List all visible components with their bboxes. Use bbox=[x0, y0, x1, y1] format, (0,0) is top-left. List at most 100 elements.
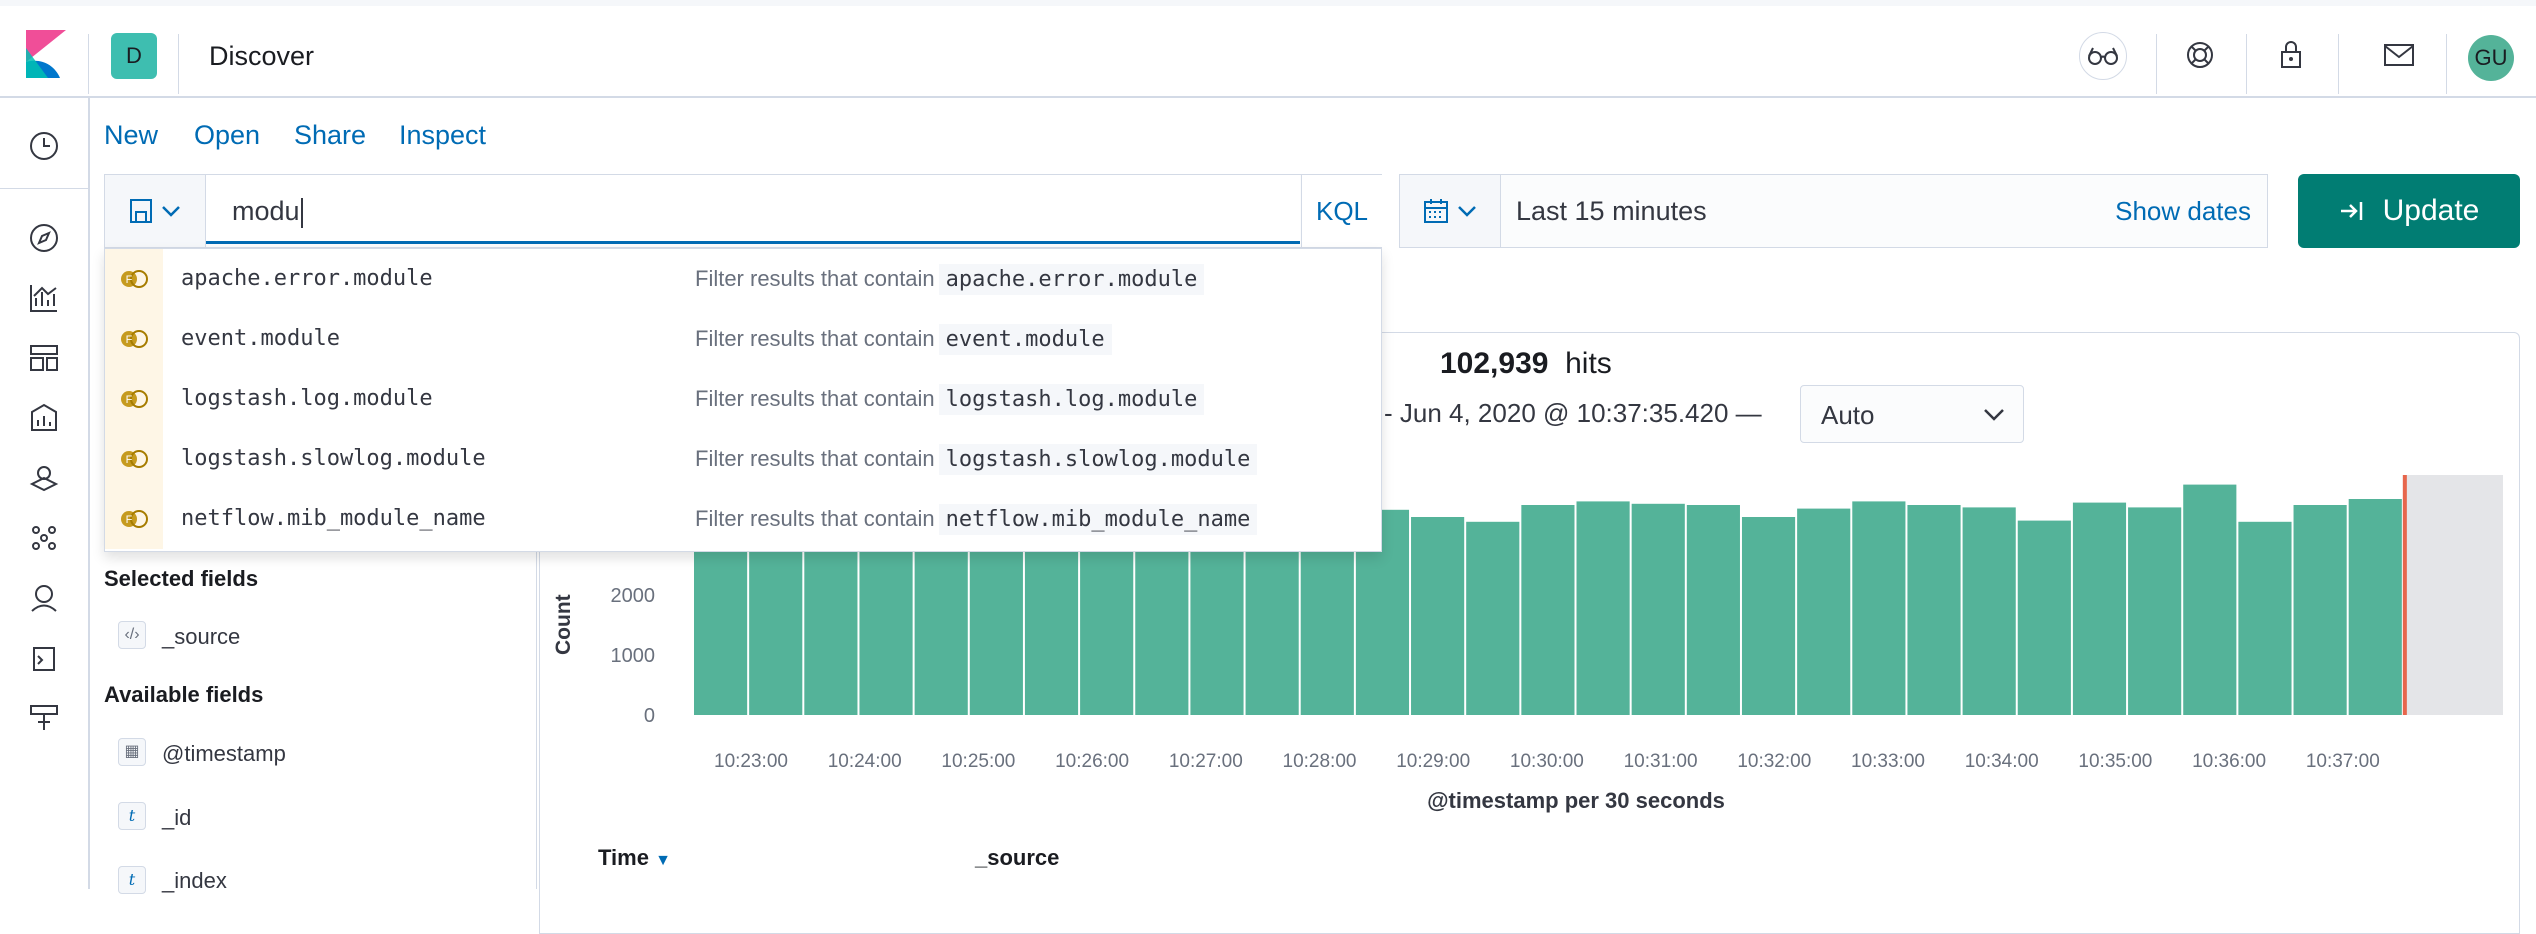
interval-select[interactable]: Auto bbox=[1800, 385, 2024, 443]
column-source-header[interactable]: _source bbox=[975, 845, 1059, 871]
suggestion-item[interactable]: F event.module Filter results that conta… bbox=[105, 309, 1381, 369]
sort-down-icon[interactable]: ▼ bbox=[655, 852, 671, 869]
update-label: Update bbox=[2382, 194, 2480, 227]
recent-clock-icon[interactable] bbox=[22, 124, 66, 168]
histogram-bar[interactable] bbox=[2128, 507, 2182, 715]
menu-inspect[interactable]: Inspect bbox=[399, 120, 486, 151]
y-axis-label: Count bbox=[552, 594, 575, 655]
histogram-bar[interactable] bbox=[1962, 507, 2016, 715]
chevron-down-icon bbox=[1984, 409, 2004, 421]
header-divider bbox=[2246, 34, 2247, 94]
suggestion-item[interactable]: F logstash.slowlog.module Filter results… bbox=[105, 429, 1381, 489]
available-fields-title: Available fields bbox=[104, 682, 264, 707]
suggestion-field: logstash.log.module bbox=[181, 386, 433, 411]
histogram-bar[interactable] bbox=[1631, 503, 1685, 715]
maps-icon[interactable] bbox=[22, 456, 66, 500]
histogram-bar[interactable] bbox=[1852, 501, 1906, 715]
hits-number: 102,939 bbox=[1440, 347, 1549, 380]
update-button[interactable]: Update bbox=[2298, 174, 2520, 248]
selected-fields-title: Selected fields bbox=[104, 566, 259, 591]
lock-icon[interactable] bbox=[2266, 30, 2316, 80]
field-type-icon: F bbox=[105, 249, 163, 309]
svg-text:F: F bbox=[126, 274, 133, 286]
side-nav bbox=[0, 98, 90, 889]
suggestions-dropdown: F apache.error.module Filter results tha… bbox=[104, 248, 1382, 552]
suggestion-field: netflow.mib_module_name bbox=[181, 506, 486, 531]
histogram-bar[interactable] bbox=[1907, 505, 1961, 715]
page-title: Discover bbox=[209, 41, 315, 71]
histogram-bar[interactable] bbox=[1686, 505, 1740, 715]
management-icon[interactable] bbox=[22, 696, 66, 740]
menu-open[interactable]: Open bbox=[194, 120, 260, 151]
histogram-bar[interactable] bbox=[2293, 505, 2347, 715]
histogram-bar[interactable] bbox=[1466, 521, 1520, 715]
x-tick-label: 10:37:00 bbox=[2306, 751, 2380, 772]
quick-select-button[interactable] bbox=[1400, 175, 1501, 247]
hits-count: 102,939 hits bbox=[1440, 347, 1612, 381]
ml-icon[interactable] bbox=[22, 516, 66, 560]
field-source[interactable]: _source bbox=[162, 624, 240, 650]
suggestion-desc: Filter results that contain event.module bbox=[695, 309, 1112, 370]
kibana-logo[interactable] bbox=[26, 30, 66, 78]
suggestion-item[interactable]: F apache.error.module Filter results tha… bbox=[105, 249, 1381, 309]
help-icon[interactable] bbox=[2175, 30, 2225, 80]
suggestion-desc-text: Filter results that contain bbox=[695, 446, 935, 471]
field-id[interactable]: _id bbox=[162, 805, 191, 831]
suggestion-field: logstash.slowlog.module bbox=[181, 446, 486, 471]
field-index[interactable]: _index bbox=[162, 868, 227, 894]
suggestion-desc-text: Filter results that contain bbox=[695, 506, 935, 531]
query-input[interactable]: modu bbox=[206, 175, 1300, 244]
calendar-icon: ▦ bbox=[118, 738, 146, 766]
partial-bucket-area bbox=[2402, 475, 2503, 715]
query-language-button[interactable]: KQL bbox=[1301, 175, 1382, 247]
x-tick-label: 10:30:00 bbox=[1510, 751, 1584, 772]
histogram-bar[interactable] bbox=[1521, 505, 1575, 715]
menu-share[interactable]: Share bbox=[294, 120, 366, 151]
saved-query-button[interactable] bbox=[105, 175, 206, 247]
glasses-icon[interactable] bbox=[2079, 32, 2127, 80]
suggestion-desc-text: Filter results that contain bbox=[695, 266, 935, 291]
svg-text:F: F bbox=[126, 394, 133, 406]
histogram-bar[interactable] bbox=[2348, 499, 2402, 715]
suggestion-field: event.module bbox=[181, 326, 340, 351]
menu-new[interactable]: New bbox=[104, 120, 158, 151]
visualize-chart-icon[interactable] bbox=[22, 276, 66, 320]
x-tick-label: 10:29:00 bbox=[1396, 751, 1470, 772]
field-type-icon: F bbox=[105, 489, 163, 549]
histogram-bar[interactable] bbox=[2183, 484, 2237, 715]
column-time-label: Time bbox=[598, 845, 649, 870]
suggestion-code: event.module bbox=[938, 324, 1112, 355]
discover-compass-icon[interactable] bbox=[22, 216, 66, 260]
space-selector-badge[interactable]: D bbox=[111, 33, 157, 79]
histogram-bar[interactable] bbox=[1576, 501, 1630, 715]
histogram-bar[interactable] bbox=[2072, 502, 2127, 715]
x-tick-label: 10:34:00 bbox=[1965, 751, 2039, 772]
histogram-bar[interactable] bbox=[2238, 521, 2292, 715]
field-timestamp[interactable]: @timestamp bbox=[162, 741, 286, 767]
interval-value: Auto bbox=[1821, 400, 1875, 430]
histogram-bar[interactable] bbox=[2017, 520, 2071, 715]
header-divider bbox=[88, 34, 89, 94]
suggestion-code: netflow.mib_module_name bbox=[938, 504, 1258, 535]
text-caret bbox=[300, 197, 303, 228]
monitoring-icon[interactable] bbox=[22, 576, 66, 620]
mail-icon[interactable] bbox=[2374, 30, 2424, 80]
user-avatar[interactable]: GU bbox=[2468, 35, 2514, 81]
date-picker: Last 15 minutes Show dates bbox=[1399, 174, 2268, 248]
dashboard-icon[interactable] bbox=[22, 336, 66, 380]
show-dates-link[interactable]: Show dates bbox=[2115, 175, 2251, 247]
time-range-label: - Jun 4, 2020 @ 10:37:35.420 — bbox=[1384, 398, 1762, 428]
svg-text:F: F bbox=[126, 454, 133, 466]
column-time-header[interactable]: Time ▼ bbox=[598, 845, 671, 871]
app-header: D Discover GU bbox=[0, 6, 2536, 98]
histogram-bar[interactable] bbox=[1741, 517, 1796, 715]
suggestion-item[interactable]: F logstash.log.module Filter results tha… bbox=[105, 369, 1381, 429]
canvas-icon[interactable] bbox=[22, 396, 66, 440]
histogram-bar[interactable] bbox=[1411, 517, 1465, 715]
devtools-icon[interactable] bbox=[22, 636, 66, 680]
suggestion-code: apache.error.module bbox=[938, 264, 1205, 295]
histogram-bar[interactable] bbox=[1797, 508, 1851, 715]
x-tick-label: 10:25:00 bbox=[941, 751, 1015, 772]
hits-label: hits bbox=[1565, 347, 1612, 380]
suggestion-item[interactable]: F netflow.mib_module_name Filter results… bbox=[105, 489, 1381, 549]
